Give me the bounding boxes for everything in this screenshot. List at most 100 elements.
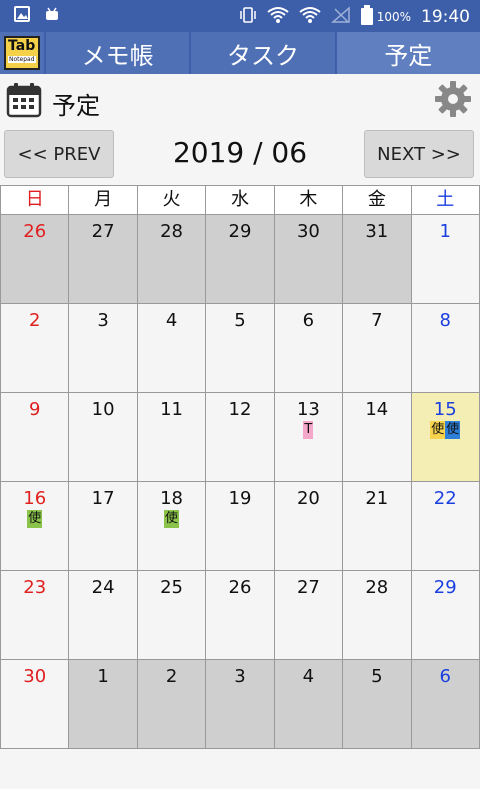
weekday-header: 日 月 火 水 木 金 土 bbox=[0, 185, 480, 215]
event-tag[interactable]: 使 bbox=[27, 510, 43, 528]
day-number: 14 bbox=[365, 399, 389, 420]
page-header: 予定 bbox=[0, 74, 480, 124]
day-cell[interactable]: 26 bbox=[206, 571, 275, 659]
day-cell[interactable]: 30 bbox=[0, 660, 70, 748]
day-number: 28 bbox=[160, 221, 183, 242]
day-cell[interactable]: 12 bbox=[206, 393, 275, 481]
battery-percentage: 100% bbox=[376, 10, 411, 24]
day-cell[interactable]: 6 bbox=[411, 660, 480, 748]
no-signal-icon bbox=[330, 6, 351, 28]
day-cell[interactable]: 2 bbox=[0, 304, 70, 392]
event-tag[interactable]: 使 bbox=[164, 510, 180, 528]
day-number: 2 bbox=[165, 666, 178, 687]
event-tags: 使使 bbox=[412, 421, 479, 439]
day-cell[interactable]: 20 bbox=[274, 482, 344, 570]
day-cell[interactable]: 30 bbox=[274, 215, 344, 303]
day-number: 5 bbox=[371, 666, 383, 687]
month-navigation: << PREV 2019 / 06 NEXT >> bbox=[0, 124, 480, 184]
day-cell[interactable]: 27 bbox=[274, 571, 344, 659]
day-number: 29 bbox=[228, 221, 252, 242]
logo-text: Tab bbox=[8, 38, 36, 54]
day-number: 12 bbox=[228, 399, 252, 420]
day-cell[interactable]: 15 使使 bbox=[411, 393, 480, 481]
calendar-week: 26 27 28 29 30 31 1 bbox=[0, 215, 480, 304]
day-cell[interactable]: 19 bbox=[206, 482, 275, 570]
weekday-fri: 金 bbox=[343, 186, 412, 214]
wifi-signal-icon bbox=[267, 6, 289, 28]
day-number: 1 bbox=[97, 666, 109, 687]
calendar-week: 2 3 4 5 6 7 8 bbox=[0, 304, 480, 393]
day-number: 28 bbox=[365, 577, 389, 598]
day-cell[interactable]: 26 bbox=[0, 215, 70, 303]
day-number: 7 bbox=[371, 310, 383, 331]
day-number: 4 bbox=[165, 310, 178, 331]
tab-schedule[interactable]: 予定 bbox=[334, 32, 480, 74]
app-logo: Tab Notepad bbox=[0, 32, 44, 74]
day-number: 25 bbox=[160, 577, 183, 598]
day-cell[interactable]: 1 bbox=[69, 660, 138, 748]
event-tag[interactable]: 使 bbox=[430, 421, 446, 439]
day-cell[interactable]: 16 使 bbox=[0, 482, 70, 570]
tab-memo[interactable]: メモ帳 bbox=[44, 32, 189, 74]
day-cell[interactable]: 8 bbox=[411, 304, 480, 392]
day-cell[interactable]: 11 bbox=[137, 393, 207, 481]
day-cell[interactable]: 24 bbox=[69, 571, 138, 659]
day-cell[interactable]: 18 使 bbox=[137, 482, 207, 570]
weekday-sun: 日 bbox=[0, 186, 70, 214]
battery-icon bbox=[360, 5, 373, 29]
day-number: 26 bbox=[228, 577, 252, 598]
day-number: 15 bbox=[433, 399, 457, 420]
android-notification-icon bbox=[44, 6, 60, 26]
day-number: 8 bbox=[439, 310, 451, 331]
weekday-wed: 水 bbox=[206, 186, 275, 214]
gallery-notification-icon bbox=[14, 6, 30, 26]
calendar-week: 30 1 2 3 4 5 6 bbox=[0, 660, 480, 749]
day-number: 10 bbox=[91, 399, 115, 420]
weekday-sat: 土 bbox=[412, 186, 480, 214]
day-cell[interactable]: 5 bbox=[206, 304, 275, 392]
day-cell[interactable]: 23 bbox=[0, 571, 70, 659]
day-cell[interactable]: 7 bbox=[343, 304, 412, 392]
day-cell[interactable]: 5 bbox=[343, 660, 412, 748]
day-cell[interactable]: 1 bbox=[411, 215, 480, 303]
tab-bar: Tab Notepad メモ帳 タスク 予定 bbox=[0, 32, 480, 74]
day-cell[interactable]: 25 bbox=[137, 571, 207, 659]
event-tag[interactable]: 使 bbox=[445, 421, 461, 439]
day-cell[interactable]: 31 bbox=[343, 215, 412, 303]
clock: 19:40 bbox=[421, 7, 470, 27]
day-cell[interactable]: 21 bbox=[343, 482, 412, 570]
calendar-week: 16 使 17 18 使 19 20 21 22 bbox=[0, 482, 480, 571]
day-cell[interactable]: 3 bbox=[69, 304, 138, 392]
day-cell[interactable]: 6 bbox=[274, 304, 344, 392]
day-cell[interactable]: 2 bbox=[137, 660, 207, 748]
day-cell[interactable]: 27 bbox=[69, 215, 138, 303]
day-number: 13 bbox=[296, 399, 320, 420]
calendar-grid: 日 月 火 水 木 金 土 26 27 28 29 30 31 1 2 3 4 5 6 7 8 9 10 11 1… bbox=[0, 185, 480, 749]
day-number: 23 bbox=[23, 577, 47, 598]
gear-icon[interactable] bbox=[434, 80, 472, 118]
day-cell[interactable]: 17 bbox=[69, 482, 138, 570]
status-bar: 100% 19:40 bbox=[0, 0, 480, 32]
day-number: 6 bbox=[302, 310, 315, 331]
day-cell[interactable]: 29 bbox=[206, 215, 275, 303]
day-cell[interactable]: 4 bbox=[137, 304, 207, 392]
day-cell[interactable]: 22 bbox=[411, 482, 480, 570]
page-title: 予定 bbox=[52, 92, 100, 120]
day-cell[interactable]: 13 T bbox=[274, 393, 344, 481]
tab-task[interactable]: タスク bbox=[189, 32, 334, 74]
day-cell[interactable]: 4 bbox=[274, 660, 344, 748]
day-number: 22 bbox=[433, 488, 457, 509]
wifi-icon bbox=[299, 6, 321, 28]
next-month-button[interactable]: NEXT >> bbox=[364, 130, 474, 178]
event-tag[interactable]: T bbox=[303, 421, 314, 439]
day-cell[interactable]: 3 bbox=[206, 660, 275, 748]
day-cell[interactable]: 29 bbox=[411, 571, 480, 659]
day-cell[interactable]: 9 bbox=[0, 393, 70, 481]
day-cell[interactable]: 28 bbox=[137, 215, 207, 303]
day-number: 26 bbox=[23, 221, 47, 242]
day-cell[interactable]: 28 bbox=[343, 571, 412, 659]
day-number: 2 bbox=[28, 310, 41, 331]
event-tags: 使 bbox=[138, 510, 205, 528]
day-cell[interactable]: 14 bbox=[343, 393, 412, 481]
day-cell[interactable]: 10 bbox=[69, 393, 138, 481]
